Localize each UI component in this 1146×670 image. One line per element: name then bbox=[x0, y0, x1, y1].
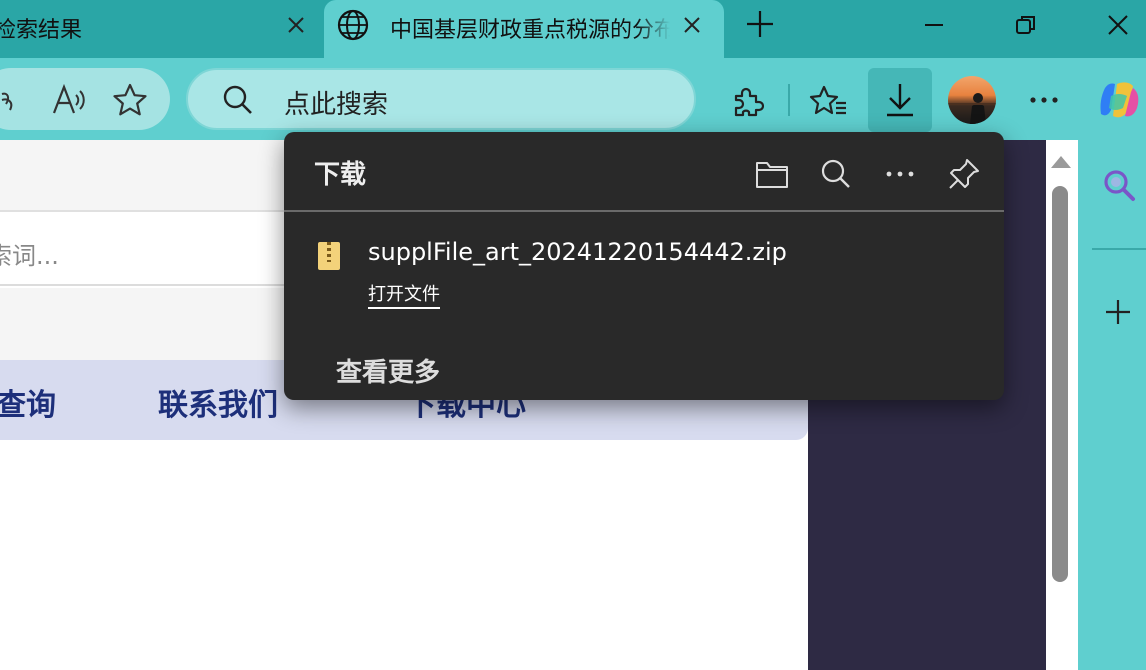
open-file-link[interactable]: 打开文件 bbox=[368, 280, 440, 309]
close-icon bbox=[1108, 15, 1128, 35]
tab-title: 中国基层财政重点税源的分布 bbox=[390, 18, 670, 43]
read-aloud-icon[interactable] bbox=[48, 80, 88, 120]
more-icon bbox=[1030, 97, 1058, 103]
restore-button[interactable] bbox=[996, 0, 1056, 50]
zip-file-icon bbox=[318, 242, 340, 270]
copilot-button[interactable] bbox=[1096, 78, 1142, 124]
address-placeholder: 点此搜索 bbox=[284, 90, 389, 120]
search-icon bbox=[821, 159, 850, 188]
toolbar-divider bbox=[788, 84, 790, 116]
copilot-icon bbox=[1100, 82, 1139, 118]
close-tab-button[interactable] bbox=[282, 11, 310, 39]
translate-icon[interactable] bbox=[0, 82, 22, 118]
open-downloads-folder-button[interactable] bbox=[752, 154, 792, 194]
download-icon bbox=[887, 84, 913, 117]
tab-active-page[interactable]: 中国基层财政重点税源的分布 bbox=[324, 0, 724, 58]
page-search-placeholder: 索词... bbox=[0, 242, 59, 270]
download-item[interactable]: supplFile_art_20241220154442.zip 打开文件 bbox=[284, 224, 1004, 320]
see-more-button[interactable]: 查看更多 bbox=[336, 352, 440, 389]
search-icon bbox=[1104, 170, 1135, 201]
globe-icon bbox=[337, 9, 369, 41]
favorites-list-icon[interactable] bbox=[806, 80, 850, 122]
search-icon bbox=[223, 85, 252, 114]
sidebar-divider bbox=[1092, 248, 1146, 250]
favorite-star-icon[interactable] bbox=[110, 80, 150, 120]
tab-search-results[interactable]: 检索结果 bbox=[0, 0, 322, 58]
avatar-image-icon bbox=[948, 93, 996, 124]
tab-strip: 检索结果 中国基层财政重点税源的分布 bbox=[0, 0, 1146, 60]
address-bar[interactable]: 点此搜索 bbox=[186, 68, 696, 130]
scrollbar-thumb[interactable] bbox=[1052, 186, 1068, 582]
downloads-more-options-button[interactable] bbox=[880, 154, 920, 194]
search-downloads-button[interactable] bbox=[816, 154, 856, 194]
minimize-icon bbox=[925, 24, 943, 26]
download-filename: supplFile_art_20241220154442.zip bbox=[368, 238, 787, 266]
more-icon bbox=[886, 171, 914, 177]
close-icon bbox=[288, 17, 304, 33]
nav-item-query[interactable]: 查询 bbox=[0, 380, 56, 424]
new-tab-button[interactable] bbox=[744, 8, 776, 40]
downloads-flyout: 下载 supplFile_art_20241220154442.zip 打开文件… bbox=[284, 132, 1004, 400]
folder-icon bbox=[756, 162, 788, 188]
pin-downloads-button[interactable] bbox=[944, 154, 984, 194]
close-icon bbox=[684, 17, 700, 33]
scroll-up-arrow-icon[interactable] bbox=[1051, 156, 1071, 168]
flyout-divider bbox=[284, 210, 1004, 212]
sidebar-search-button[interactable] bbox=[1100, 166, 1140, 206]
browser-sidebar bbox=[1078, 140, 1146, 670]
plus-icon bbox=[1106, 300, 1130, 324]
page-scrollbar[interactable] bbox=[1046, 140, 1078, 670]
extensions-puzzle-icon[interactable] bbox=[726, 80, 768, 122]
more-menu-button[interactable] bbox=[1024, 82, 1064, 118]
profile-avatar[interactable] bbox=[948, 76, 996, 124]
plus-icon bbox=[747, 11, 773, 37]
downloads-title: 下载 bbox=[314, 160, 367, 190]
browser-toolbar: 点此搜索 bbox=[0, 58, 1146, 140]
restore-icon bbox=[1016, 16, 1035, 34]
minimize-button[interactable] bbox=[904, 0, 964, 50]
close-window-button[interactable] bbox=[1088, 0, 1146, 50]
sidebar-add-button[interactable] bbox=[1102, 296, 1134, 328]
pin-icon bbox=[949, 159, 979, 189]
downloads-button[interactable] bbox=[868, 68, 932, 132]
close-tab-button[interactable] bbox=[678, 11, 706, 39]
tab-title: 检索结果 bbox=[0, 18, 83, 43]
nav-item-contact[interactable]: 联系我们 bbox=[158, 380, 278, 424]
